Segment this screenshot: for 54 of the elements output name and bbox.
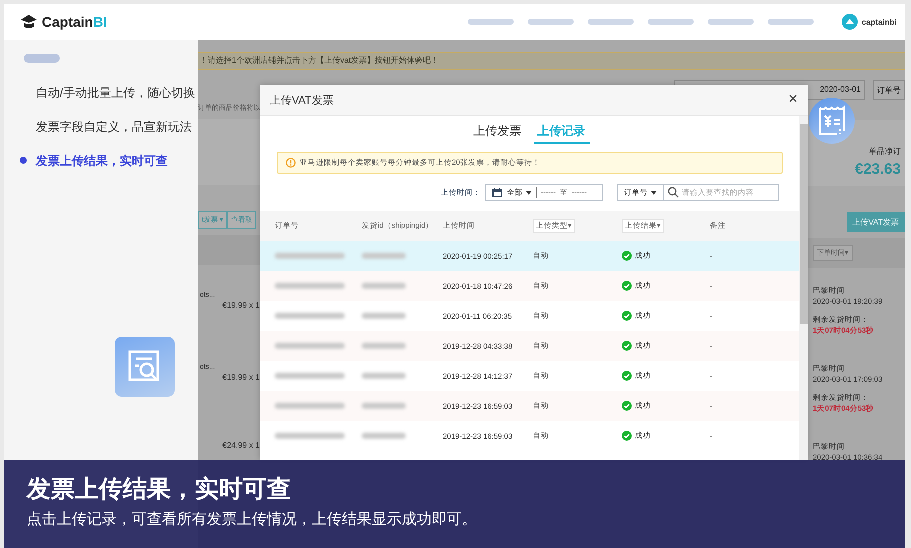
nav-placeholder[interactable] [588, 19, 634, 25]
nav-placeholder[interactable] [648, 19, 694, 25]
scrollbar-thumb[interactable] [800, 124, 808, 324]
check-icon [622, 431, 632, 441]
feature-item[interactable]: 自动/手动批量上传，随心切换 [4, 83, 198, 117]
blurred-text [275, 253, 345, 259]
product-price: €19.99 x 1 [222, 373, 260, 382]
product-price: €24.99 x 1 [222, 440, 260, 450]
order-select[interactable]: 订单号 [873, 80, 905, 100]
feature-item[interactable]: 发票字段自定义，品宣新玩法 [4, 117, 198, 151]
blurred-text [362, 283, 406, 289]
title-placeholder [24, 54, 60, 63]
close-button[interactable]: × [788, 92, 798, 108]
nav-placeholder[interactable] [528, 19, 574, 25]
blurred-text [362, 373, 406, 379]
nav-placeholder[interactable] [768, 19, 814, 25]
nav-placeholder[interactable] [468, 19, 514, 25]
blurred-text [275, 433, 345, 439]
check-icon [622, 341, 632, 351]
tab[interactable]: 上传发票 [470, 123, 526, 144]
dialog-title: 上传VAT发票 [270, 94, 334, 108]
notice-bar: ！请选择1个欧洲店铺并点击下方【上传vat发票】按钮开始体验吧！ [198, 52, 905, 70]
user-name: captainbi [862, 18, 897, 26]
blurred-text [275, 313, 345, 319]
caret-icon [651, 190, 657, 194]
stat-value: €23.63 [855, 161, 901, 178]
warning-icon [286, 158, 296, 168]
blurred-text [362, 253, 406, 259]
caption-subtitle: 点击上传记录，可查看所有发票上传情况，上传结果显示成功即可。 [27, 510, 478, 529]
blurred-text [275, 343, 345, 349]
check-icon [622, 311, 632, 321]
check-icon [622, 401, 632, 411]
blurred-text [362, 313, 406, 319]
hat-icon [20, 14, 38, 30]
blurred-text [275, 373, 345, 379]
calendar-icon [492, 188, 503, 198]
logo-text: CaptainBI [42, 14, 108, 30]
nav-placeholder[interactable] [708, 19, 754, 25]
check-icon [622, 251, 632, 261]
feature-item[interactable]: 发票上传结果，实时可查 [4, 151, 198, 185]
blurred-text [362, 433, 406, 439]
blurred-text [275, 283, 345, 289]
document-search-icon [115, 337, 175, 397]
check-icon [622, 281, 632, 291]
search-icon [668, 187, 679, 198]
blurred-text [362, 343, 406, 349]
avatar [842, 14, 858, 30]
product-price: €19.99 x 1 [222, 301, 260, 310]
stat-label: 单品净订 [869, 146, 901, 157]
check-icon [622, 371, 632, 381]
blurred-text [362, 403, 406, 409]
caret-icon [526, 190, 532, 194]
blurred-text [275, 403, 345, 409]
caption-title: 发票上传结果，实时可查 [27, 475, 292, 505]
